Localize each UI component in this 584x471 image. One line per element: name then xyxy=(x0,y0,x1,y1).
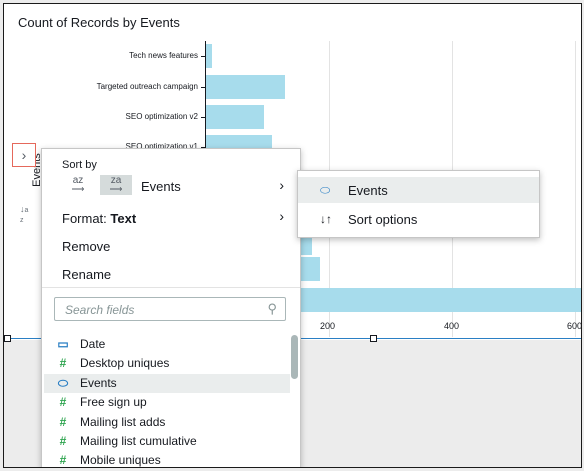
field-item-free-sign-up[interactable]: # Free sign up xyxy=(44,393,290,412)
chart-title: Count of Records by Events xyxy=(18,15,180,30)
y-tick xyxy=(201,56,205,57)
hash-icon: # xyxy=(59,395,67,409)
sort-ascending-button[interactable]: az ⟶ xyxy=(62,175,94,195)
chevron-right-icon: › xyxy=(279,177,284,193)
field-item-mailing-list-adds[interactable]: # Mailing list adds xyxy=(44,413,290,432)
menu-scrollbar[interactable] xyxy=(291,335,298,379)
field-item-mailing-list-cumulative[interactable]: # Mailing list cumulative xyxy=(44,432,290,451)
hash-icon: # xyxy=(59,356,67,370)
bar[interactable] xyxy=(206,75,285,99)
field-label: Date xyxy=(80,337,106,351)
dimension-tag-icon: ⬭ xyxy=(320,183,331,197)
expand-axis-button[interactable]: › xyxy=(12,143,36,167)
search-icon: ⚲ xyxy=(267,301,277,316)
calendar-icon: ▭ xyxy=(57,337,69,351)
sort-by-row[interactable]: az ⟶ za ⟶ Events › xyxy=(42,173,300,199)
resize-handle[interactable] xyxy=(4,335,11,342)
format-value: Text xyxy=(110,211,137,226)
x-tick-label: 400 xyxy=(444,321,460,331)
field-item-date[interactable]: ▭ Date xyxy=(44,335,290,354)
chevron-right-icon: › xyxy=(21,147,27,163)
field-label: Free sign up xyxy=(80,395,147,409)
y-tick xyxy=(201,87,205,88)
submenu-item-events[interactable]: ⬭ Events xyxy=(298,177,539,203)
x-tick-label: 600 xyxy=(567,321,582,331)
submenu-item-sort-options[interactable]: ↓↑ Sort options xyxy=(298,206,539,232)
field-label: Mailing list cumulative xyxy=(80,434,197,448)
category-label: Targeted outreach campaign xyxy=(96,82,198,91)
arrow-right-icon: ⟶ xyxy=(109,184,123,194)
field-item-mobile-uniques[interactable]: # Mobile uniques xyxy=(44,451,290,467)
arrow-right-icon: ⟶ xyxy=(71,184,85,194)
menu-divider xyxy=(42,287,300,288)
field-item-desktop-uniques[interactable]: # Desktop uniques xyxy=(44,354,290,373)
sort-by-label: Sort by xyxy=(62,159,97,171)
category-label: SEO optimization v2 xyxy=(125,112,198,121)
search-fields-input[interactable]: Search fields ⚲ xyxy=(54,297,286,321)
sort-options-icon: ↓↑ xyxy=(320,212,332,226)
sort-indicator-icon: ↓a z xyxy=(20,204,29,224)
hash-icon: # xyxy=(59,415,67,429)
sort-descending-button[interactable]: za ⟶ xyxy=(100,175,132,195)
bar[interactable] xyxy=(206,44,213,68)
field-item-events[interactable]: ⬭ Events xyxy=(44,374,290,393)
field-label: Mailing list adds xyxy=(80,415,166,429)
chevron-right-icon: › xyxy=(279,208,284,224)
submenu-item-label: Sort options xyxy=(348,212,418,227)
field-label: Desktop uniques xyxy=(80,356,170,370)
remove-menu-item[interactable]: Remove xyxy=(62,239,110,254)
resize-handle[interactable] xyxy=(370,335,377,342)
search-placeholder: Search fields xyxy=(65,303,135,317)
field-label: Mobile uniques xyxy=(80,453,161,467)
dimension-tag-icon: ⬭ xyxy=(57,376,69,390)
sort-by-submenu: ⬭ Events ↓↑ Sort options xyxy=(297,170,540,238)
y-tick xyxy=(201,117,205,118)
format-menu-item[interactable]: Format: Text xyxy=(62,211,136,226)
submenu-item-label: Events xyxy=(348,183,388,198)
visual-frame: Count of Records by Events Tech news fea… xyxy=(3,3,582,468)
sort-field-label: Events xyxy=(141,179,181,194)
hash-icon: # xyxy=(59,434,67,448)
field-context-menu: Sort by az ⟶ za ⟶ Events › Format: Text … xyxy=(41,148,301,467)
category-label: Tech news features xyxy=(129,51,198,60)
rename-menu-item[interactable]: Rename xyxy=(62,267,111,282)
field-label: Events xyxy=(80,376,117,390)
format-label: Format: xyxy=(62,211,107,226)
bar[interactable] xyxy=(206,105,265,129)
x-tick-label: 200 xyxy=(320,321,336,331)
hash-icon: # xyxy=(59,453,67,467)
